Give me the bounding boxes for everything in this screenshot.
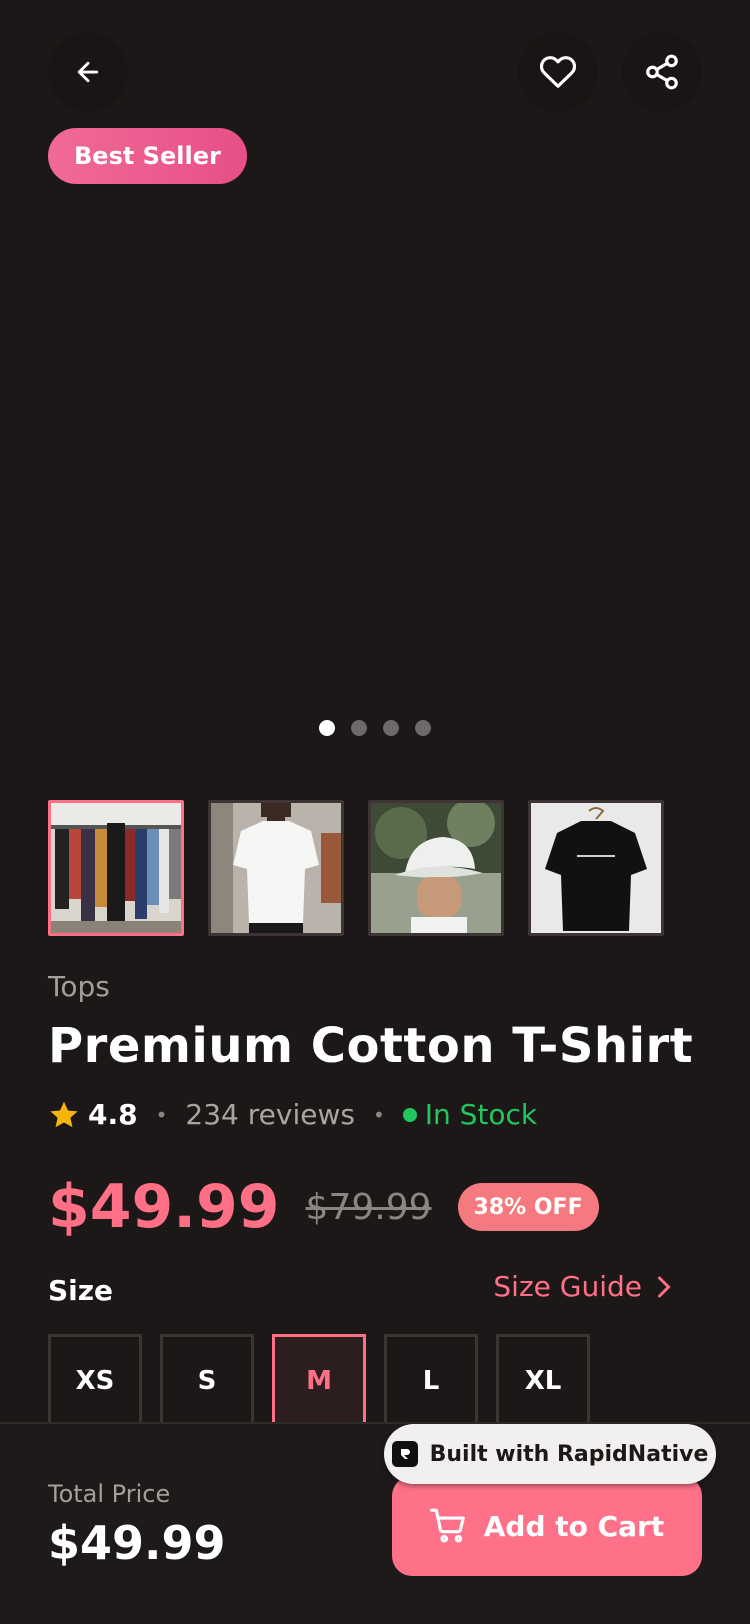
carousel-dots <box>0 720 750 736</box>
white-tshirt-image <box>211 803 341 933</box>
share-icon <box>646 54 678 90</box>
best-seller-badge: Best Seller <box>48 128 247 184</box>
separator-dot: • <box>155 1102 168 1127</box>
size-guide-label: Size Guide <box>493 1270 642 1303</box>
rating-row: 4.8 • 234 reviews • In Stock <box>48 1098 537 1131</box>
total-price: $49.99 <box>48 1516 226 1570</box>
original-price: $79.99 <box>305 1186 432 1228</box>
product-category: Tops <box>48 970 110 1003</box>
carousel-dot[interactable] <box>383 720 399 736</box>
size-options: XS S M L XL <box>48 1334 590 1428</box>
size-option-xs[interactable]: XS <box>48 1334 142 1428</box>
rapidnative-logo-icon <box>391 1441 418 1467</box>
size-option-xl[interactable]: XL <box>496 1334 590 1428</box>
size-guide-link[interactable]: Size Guide <box>493 1270 672 1303</box>
star-icon <box>50 1101 78 1127</box>
chevron-right-icon <box>658 1276 671 1297</box>
thumbnail-white-tshirt[interactable] <box>208 800 344 936</box>
review-count[interactable]: 234 reviews <box>185 1098 355 1131</box>
size-option-l[interactable]: L <box>384 1334 478 1428</box>
white-cap-image <box>371 803 501 933</box>
stock-status-dot <box>402 1107 417 1122</box>
carousel-dot[interactable] <box>319 720 335 736</box>
carousel-dot[interactable] <box>415 720 431 736</box>
thumbnail-strip <box>48 800 664 936</box>
rating-value: 4.8 <box>88 1098 138 1131</box>
favorite-button[interactable] <box>518 32 598 112</box>
product-title: Premium Cotton T-Shirt <box>48 1018 694 1074</box>
size-label: Size <box>48 1274 114 1307</box>
built-with-label: Built with RapidNative <box>429 1441 709 1467</box>
arrow-left-icon <box>77 61 99 83</box>
discount-badge: 38% OFF <box>457 1183 599 1231</box>
thumbnail-black-tshirt[interactable] <box>528 800 664 936</box>
clothing-rack-image <box>51 803 181 933</box>
stock-status: In Stock <box>424 1098 538 1131</box>
built-with-badge[interactable]: Built with RapidNative <box>384 1424 716 1484</box>
back-button[interactable] <box>48 32 128 112</box>
share-button[interactable] <box>622 32 702 112</box>
carousel-dot[interactable] <box>351 720 367 736</box>
add-to-cart-button[interactable]: Add to Cart <box>392 1476 702 1576</box>
price-row: $49.99 $79.99 38% OFF <box>48 1172 599 1242</box>
thumbnail-clothing-rack[interactable] <box>48 800 184 936</box>
black-tshirt-image <box>531 803 661 933</box>
heart-icon <box>539 56 577 88</box>
size-option-m[interactable]: M <box>272 1334 366 1428</box>
size-option-s[interactable]: S <box>160 1334 254 1428</box>
add-to-cart-label: Add to Cart <box>483 1509 665 1543</box>
cart-icon <box>429 1508 465 1543</box>
separator-dot: • <box>372 1102 385 1127</box>
thumbnail-white-cap[interactable] <box>368 800 504 936</box>
total-price-label: Total Price <box>48 1480 171 1508</box>
current-price: $49.99 <box>48 1172 280 1242</box>
